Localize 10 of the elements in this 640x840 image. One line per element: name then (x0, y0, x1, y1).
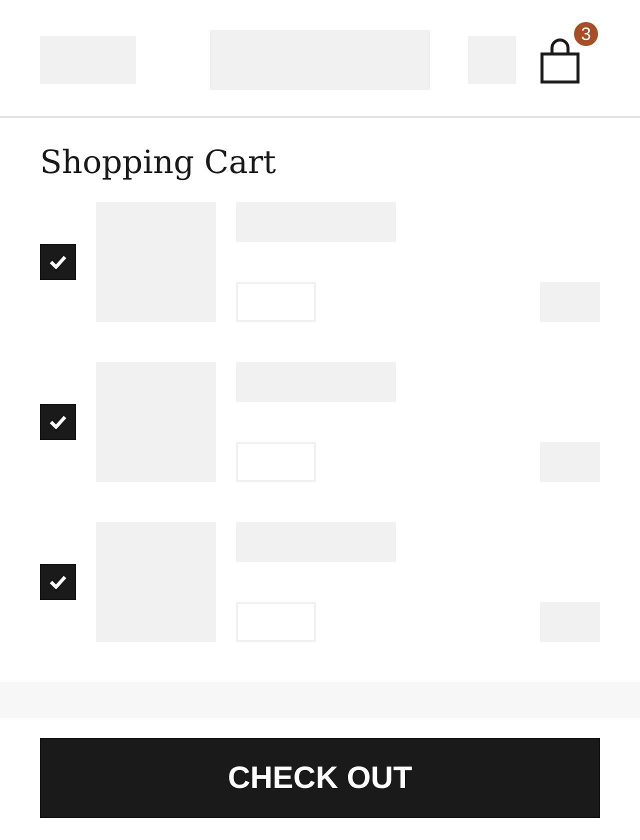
check-icon (49, 575, 67, 589)
check-icon (49, 415, 67, 429)
checkbox[interactable] (40, 564, 76, 600)
cart-count-badge: 3 (574, 22, 598, 46)
checkbox[interactable] (40, 404, 76, 440)
checkbox[interactable] (40, 244, 76, 280)
page-title: Shopping Cart (40, 142, 276, 183)
check-icon (49, 255, 67, 269)
checkout-button[interactable]: CHECK OUT (40, 738, 600, 818)
shopping-bag-icon[interactable] (540, 38, 580, 84)
